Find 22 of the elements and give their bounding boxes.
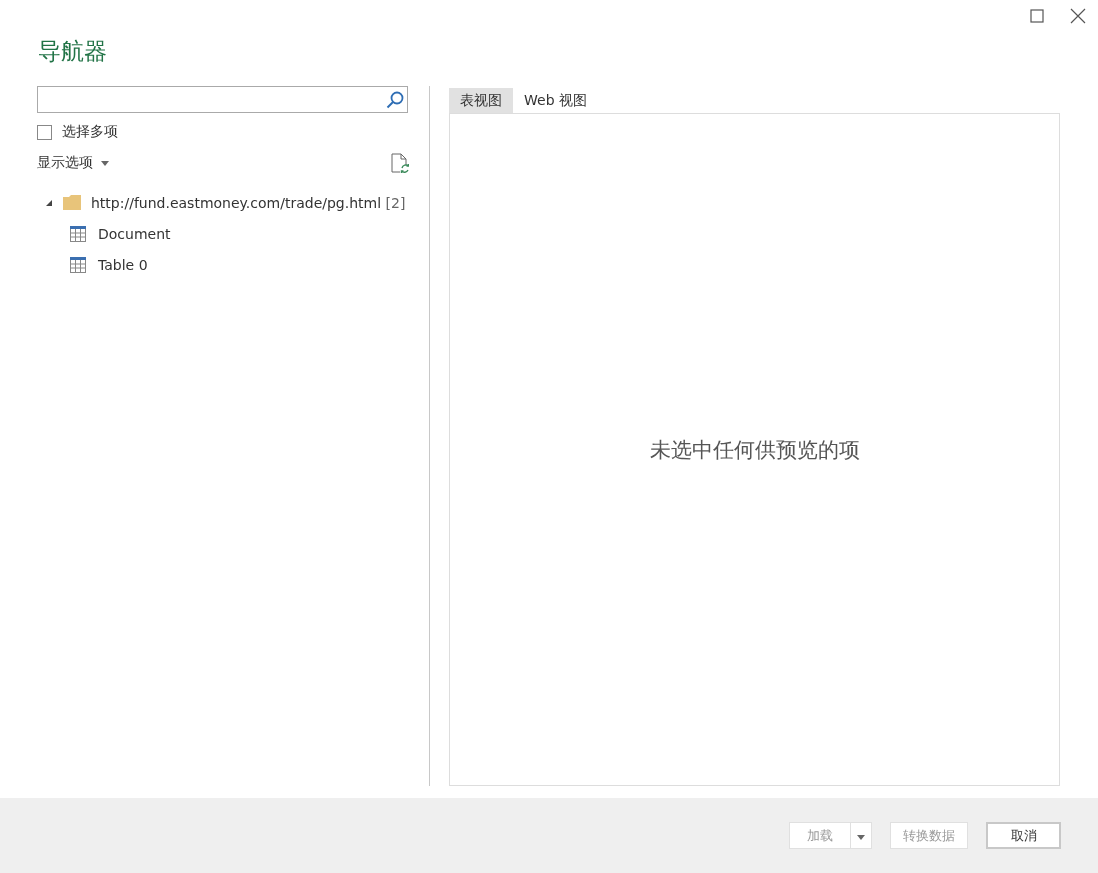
display-options-dropdown[interactable]: 显示选项: [37, 154, 109, 172]
search-field[interactable]: [37, 86, 408, 113]
load-dropdown-button[interactable]: [851, 822, 872, 849]
document-refresh-icon[interactable]: [391, 153, 409, 173]
tree-item[interactable]: http://fund.eastmoney.com/trade/pg.html [2]: [91, 194, 406, 211]
tree-item[interactable]: Table 0: [98, 256, 148, 273]
empty-preview-message: 未选中任何供预览的项: [649, 436, 860, 464]
folder-icon: [63, 195, 81, 210]
expand-triangle-icon[interactable]: [45, 198, 53, 207]
tab[interactable]: 表视图: [449, 88, 513, 113]
search-icon: [386, 90, 404, 109]
tree-item[interactable]: Document: [98, 225, 171, 242]
table-icon: [70, 256, 86, 273]
caret-icon: [857, 835, 865, 840]
checkbox[interactable]: [37, 124, 52, 140]
caret-icon: [101, 160, 109, 166]
table-icon: [70, 225, 86, 242]
checkbox-label: 选择多项: [62, 123, 118, 141]
maximize-icon[interactable]: [1030, 9, 1044, 23]
window-title: 导航器: [38, 37, 108, 66]
close-icon[interactable]: [1070, 8, 1086, 24]
dialog-button[interactable]: 取消: [986, 822, 1061, 849]
